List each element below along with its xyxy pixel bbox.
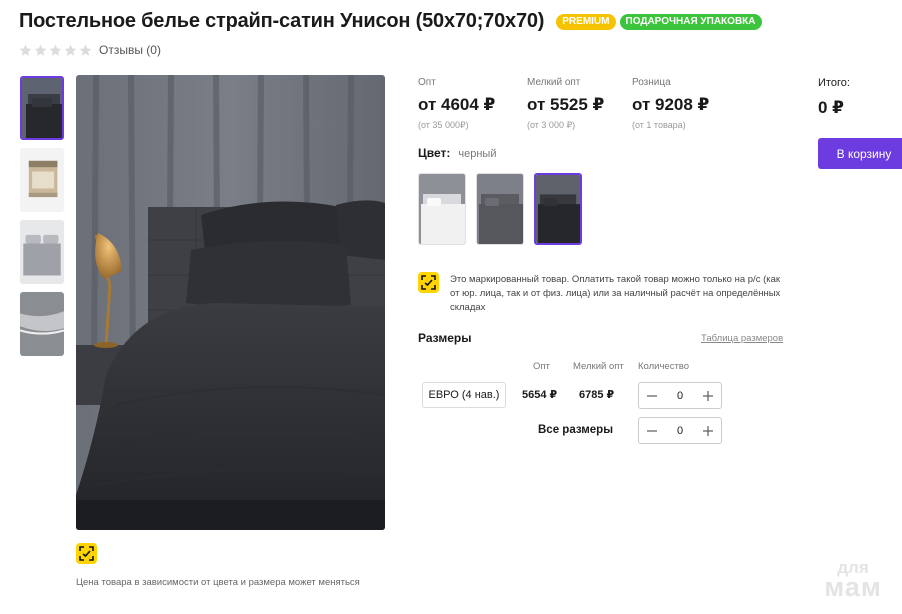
title-row: Постельное белье страйп-сатин Унисон (50… <box>19 10 762 33</box>
sizes-title: Размеры <box>418 331 472 345</box>
size-table-link[interactable]: Таблица размеров <box>701 333 783 344</box>
marking-notice-text: Это маркированный товар. Оплатить такой … <box>450 274 781 313</box>
watermark-logo: для мам <box>816 559 890 603</box>
price-value: от 9208 ₽ <box>632 95 710 114</box>
header-qty: Количество <box>638 361 690 372</box>
marking-qr-icon <box>76 543 97 564</box>
star-icon <box>19 44 32 56</box>
size-price-opt: 5654 ₽ <box>522 389 558 401</box>
marking-qr-icon <box>418 272 439 293</box>
minus-icon[interactable] <box>645 424 659 438</box>
thumbnail-bed-light-grey[interactable] <box>20 220 64 284</box>
price-opt: Опт от 4604 ₽ (от 35 000₽) <box>418 77 495 131</box>
price-label: Мелкий опт <box>527 77 581 88</box>
color-swatch-black[interactable] <box>534 173 582 245</box>
watermark-line2: мам <box>824 572 882 603</box>
reviews-link[interactable]: Отзывы (0) <box>99 43 161 57</box>
marking-notice: Это маркированный товар. Оплатить такой … <box>418 272 788 315</box>
total-label: Итого: <box>818 77 850 89</box>
color-label: Цвет: <box>418 146 451 160</box>
main-product-image[interactable] <box>76 75 385 530</box>
minus-icon[interactable] <box>645 389 659 403</box>
star-icon <box>49 44 62 56</box>
price-condition: (от 1 товара) <box>632 120 686 130</box>
all-sizes-stepper <box>638 417 722 444</box>
price-note: Цена товара в зависимости от цвета и раз… <box>76 577 360 588</box>
rating-row: Отзывы (0) <box>19 43 161 57</box>
header-opt: Опт <box>533 361 550 372</box>
price-value: от 5525 ₽ <box>527 95 605 114</box>
star-icon <box>79 44 92 56</box>
premium-badge: PREMIUM <box>556 13 616 30</box>
quantity-input[interactable] <box>665 389 695 402</box>
size-price-small-opt: 6785 ₽ <box>579 389 615 401</box>
quantity-stepper <box>638 382 722 409</box>
color-swatch-white[interactable] <box>418 173 466 245</box>
price-small-opt: Мелкий опт от 5525 ₽ (от 3 000 ₽) <box>527 77 604 131</box>
color-value: черный <box>458 148 497 160</box>
star-icon <box>34 44 47 56</box>
thumbnail-fabric[interactable] <box>20 292 64 356</box>
price-retail: Розница от 9208 ₽ (от 1 товара) <box>632 77 709 130</box>
total-value: 0 ₽ <box>818 98 845 117</box>
all-sizes-quantity-input[interactable] <box>665 424 695 437</box>
add-to-cart-button[interactable]: В корзину <box>818 138 902 169</box>
price-value: от 4604 ₽ <box>418 95 496 114</box>
gift-wrap-badge: ПОДАРОЧНАЯ УПАКОВКА <box>619 13 762 30</box>
price-label: Розница <box>632 77 671 88</box>
size-chip-euro[interactable]: ЕВРО (4 нав.) <box>422 382 506 408</box>
thumbnail-bed-dark[interactable] <box>20 76 64 140</box>
price-condition: (от 3 000 ₽) <box>527 120 576 130</box>
product-title: Постельное белье страйп-сатин Унисон (50… <box>19 10 545 32</box>
color-swatch-grey[interactable] <box>476 173 524 245</box>
all-sizes-label: Все размеры <box>538 424 614 436</box>
header-small-opt: Мелкий опт <box>573 361 624 372</box>
price-label: Опт <box>418 77 436 88</box>
color-row: Цвет: черный <box>418 146 496 160</box>
price-condition: (от 35 000₽) <box>418 120 469 130</box>
plus-icon[interactable] <box>701 389 715 403</box>
gallery-thumbnails <box>20 76 64 364</box>
star-icon <box>64 44 77 56</box>
thumbnail-package[interactable] <box>20 148 64 212</box>
total-block: Итого: 0 ₽ <box>818 77 850 118</box>
plus-icon[interactable] <box>701 424 715 438</box>
